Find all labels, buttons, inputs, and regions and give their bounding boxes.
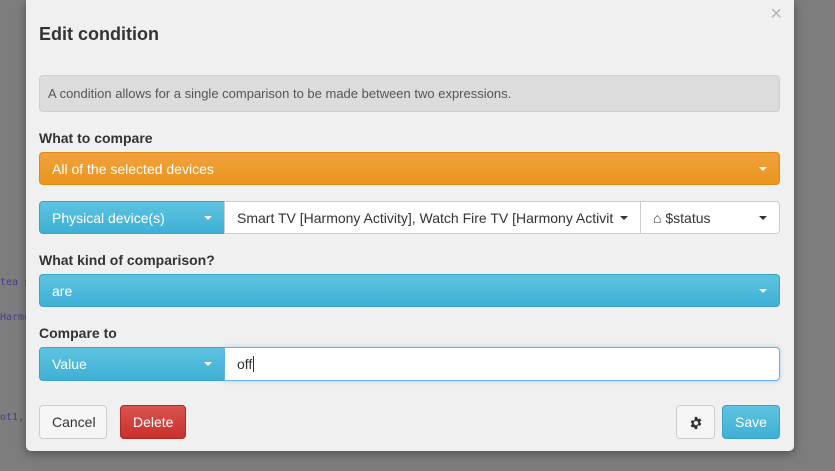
value-type-select[interactable]: Value — [39, 347, 225, 381]
chevron-down-icon — [759, 216, 767, 220]
chevron-down-icon — [204, 362, 212, 366]
dialog-title: Edit condition — [39, 24, 159, 44]
device-type-select[interactable]: Physical device(s) — [39, 201, 225, 234]
home-icon: ⌂ — [653, 210, 662, 226]
backdrop-code-line: ot1, — [0, 412, 25, 423]
comparison-kind-select[interactable]: are — [39, 274, 780, 307]
compare-value-input[interactable]: off — [224, 347, 780, 381]
comparison-kind-value: are — [52, 283, 73, 299]
compare-label: What to compare — [39, 130, 153, 146]
compare-value-text: off — [237, 356, 253, 372]
devices-select[interactable]: Smart TV [Harmony Activity], Watch Fire … — [224, 201, 641, 234]
info-box: A condition allows for a single comparis… — [39, 75, 780, 112]
close-icon[interactable]: × — [770, 4, 782, 24]
gear-icon — [690, 416, 701, 430]
cancel-button[interactable]: Cancel — [39, 405, 107, 439]
devices-value: Smart TV [Harmony Activity], Watch Fire … — [237, 210, 614, 226]
compare-select[interactable]: All of the selected devices — [39, 152, 780, 185]
attribute-value: $status — [665, 210, 711, 226]
settings-button[interactable] — [676, 405, 715, 439]
chevron-down-icon — [759, 289, 767, 293]
delete-button[interactable]: Delete — [120, 405, 186, 439]
compare-select-value: All of the selected devices — [52, 161, 214, 177]
save-button[interactable]: Save — [722, 405, 780, 439]
value-type-value: Value — [52, 356, 87, 372]
chevron-down-icon — [204, 216, 212, 220]
chevron-down-icon — [620, 216, 628, 220]
attribute-select[interactable]: ⌂ $status — [640, 201, 780, 234]
kind-label: What kind of comparison? — [39, 252, 215, 268]
device-type-value: Physical device(s) — [52, 210, 165, 226]
text-cursor — [253, 356, 255, 372]
edit-condition-dialog: × Edit condition A condition allows for … — [26, 0, 794, 451]
chevron-down-icon — [759, 167, 767, 171]
compare-to-label: Compare to — [39, 325, 117, 341]
